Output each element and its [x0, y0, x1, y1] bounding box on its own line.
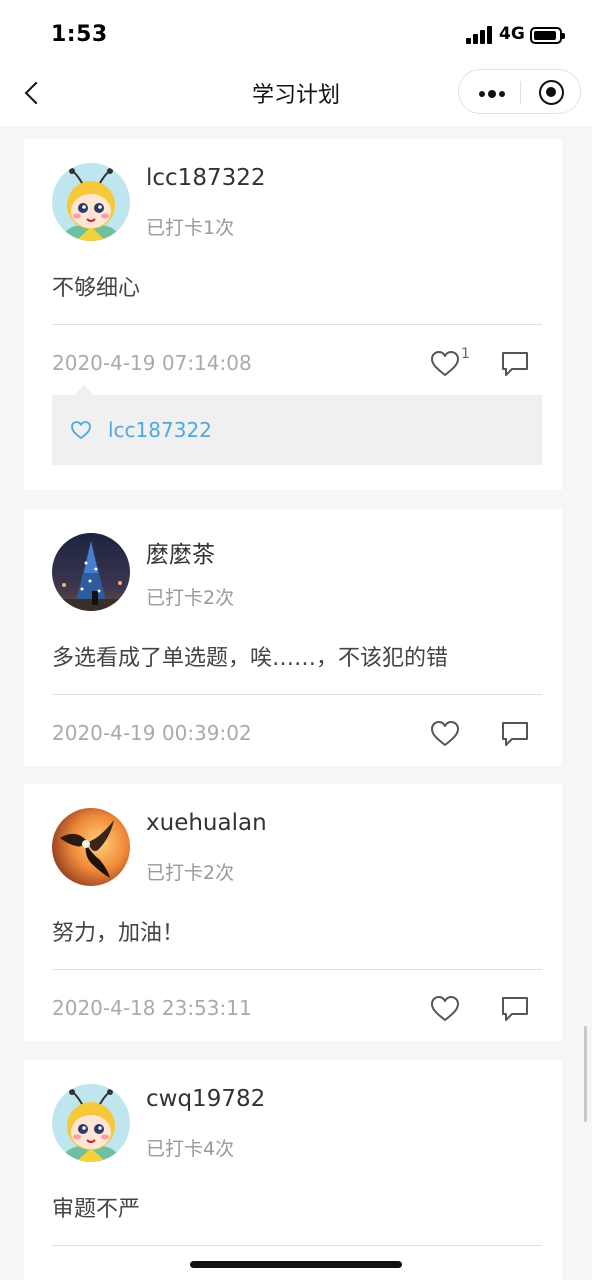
post-content: 不够细心 [52, 276, 141, 301]
signal-icon [466, 26, 494, 44]
status-time: 1:53 [51, 22, 108, 47]
divider [52, 1245, 542, 1246]
post-card: xuehualan 已打卡2次 努力，加油！ 2020-4-18 23:53:1… [24, 784, 562, 1041]
comment-button[interactable] [500, 995, 530, 1023]
network-label: 4G [499, 24, 525, 44]
post-content: 多选看成了单选题，唉……，不该犯的错 [52, 646, 449, 671]
username[interactable]: 麼麼茶 [146, 535, 215, 569]
bee-avatar-icon [52, 1084, 130, 1162]
like-button[interactable] [430, 720, 460, 748]
mini-program-capsule [458, 69, 581, 114]
post-card: cwq19782 已打卡4次 审题不严 [24, 1060, 562, 1280]
more-options-button[interactable] [479, 90, 505, 98]
heart-icon [431, 996, 459, 1021]
like-count: 1 [461, 346, 470, 362]
post-date: 2020-4-19 07:14:08 [52, 351, 252, 375]
checkin-count: 已打卡4次 [146, 1138, 235, 1160]
heart-icon [431, 721, 459, 746]
night-tree-avatar-icon [52, 533, 130, 611]
like-button[interactable] [430, 995, 460, 1023]
avatar[interactable] [52, 1084, 130, 1162]
likes-list: lcc187322 [52, 385, 542, 465]
post-date: 2020-4-19 00:39:02 [52, 721, 252, 745]
checkin-count: 已打卡1次 [146, 217, 235, 239]
divider [52, 694, 542, 695]
username[interactable]: xuehualan [146, 810, 267, 836]
post-card: lcc187322 已打卡1次 不够细心 2020-4-19 07:14:08 … [24, 139, 562, 490]
username[interactable]: cwq19782 [146, 1086, 265, 1112]
checkin-count: 已打卡2次 [146, 587, 235, 609]
comment-icon [502, 352, 528, 376]
comment-button[interactable] [500, 350, 530, 378]
post-content: 审题不严 [52, 1197, 141, 1222]
home-indicator [190, 1261, 402, 1268]
post-card: 麼麼茶 已打卡2次 多选看成了单选题，唉……，不该犯的错 2020-4-19 0… [24, 509, 562, 766]
heart-icon [71, 421, 91, 439]
checkin-count: 已打卡2次 [146, 862, 235, 884]
post-date: 2020-4-18 23:53:11 [52, 996, 252, 1020]
battery-icon [530, 27, 565, 44]
heart-icon [431, 351, 459, 376]
bee-avatar-icon [52, 163, 130, 241]
like-button[interactable] [430, 350, 460, 378]
liker-name[interactable]: lcc187322 [108, 418, 212, 442]
eagle-avatar-icon [52, 808, 130, 886]
avatar[interactable] [52, 808, 130, 886]
avatar[interactable] [52, 533, 130, 611]
close-mini-program-button[interactable] [539, 80, 564, 105]
divider [52, 324, 542, 325]
comment-button[interactable] [500, 720, 530, 748]
divider [52, 969, 542, 970]
scrollbar[interactable] [584, 1026, 587, 1122]
username[interactable]: lcc187322 [146, 165, 265, 191]
post-content: 努力，加油！ [52, 921, 185, 946]
nav-bar: 学习计划 [0, 60, 592, 126]
avatar[interactable] [52, 163, 130, 241]
comment-icon [502, 722, 528, 746]
comment-icon [502, 997, 528, 1021]
capsule-divider [520, 81, 521, 104]
